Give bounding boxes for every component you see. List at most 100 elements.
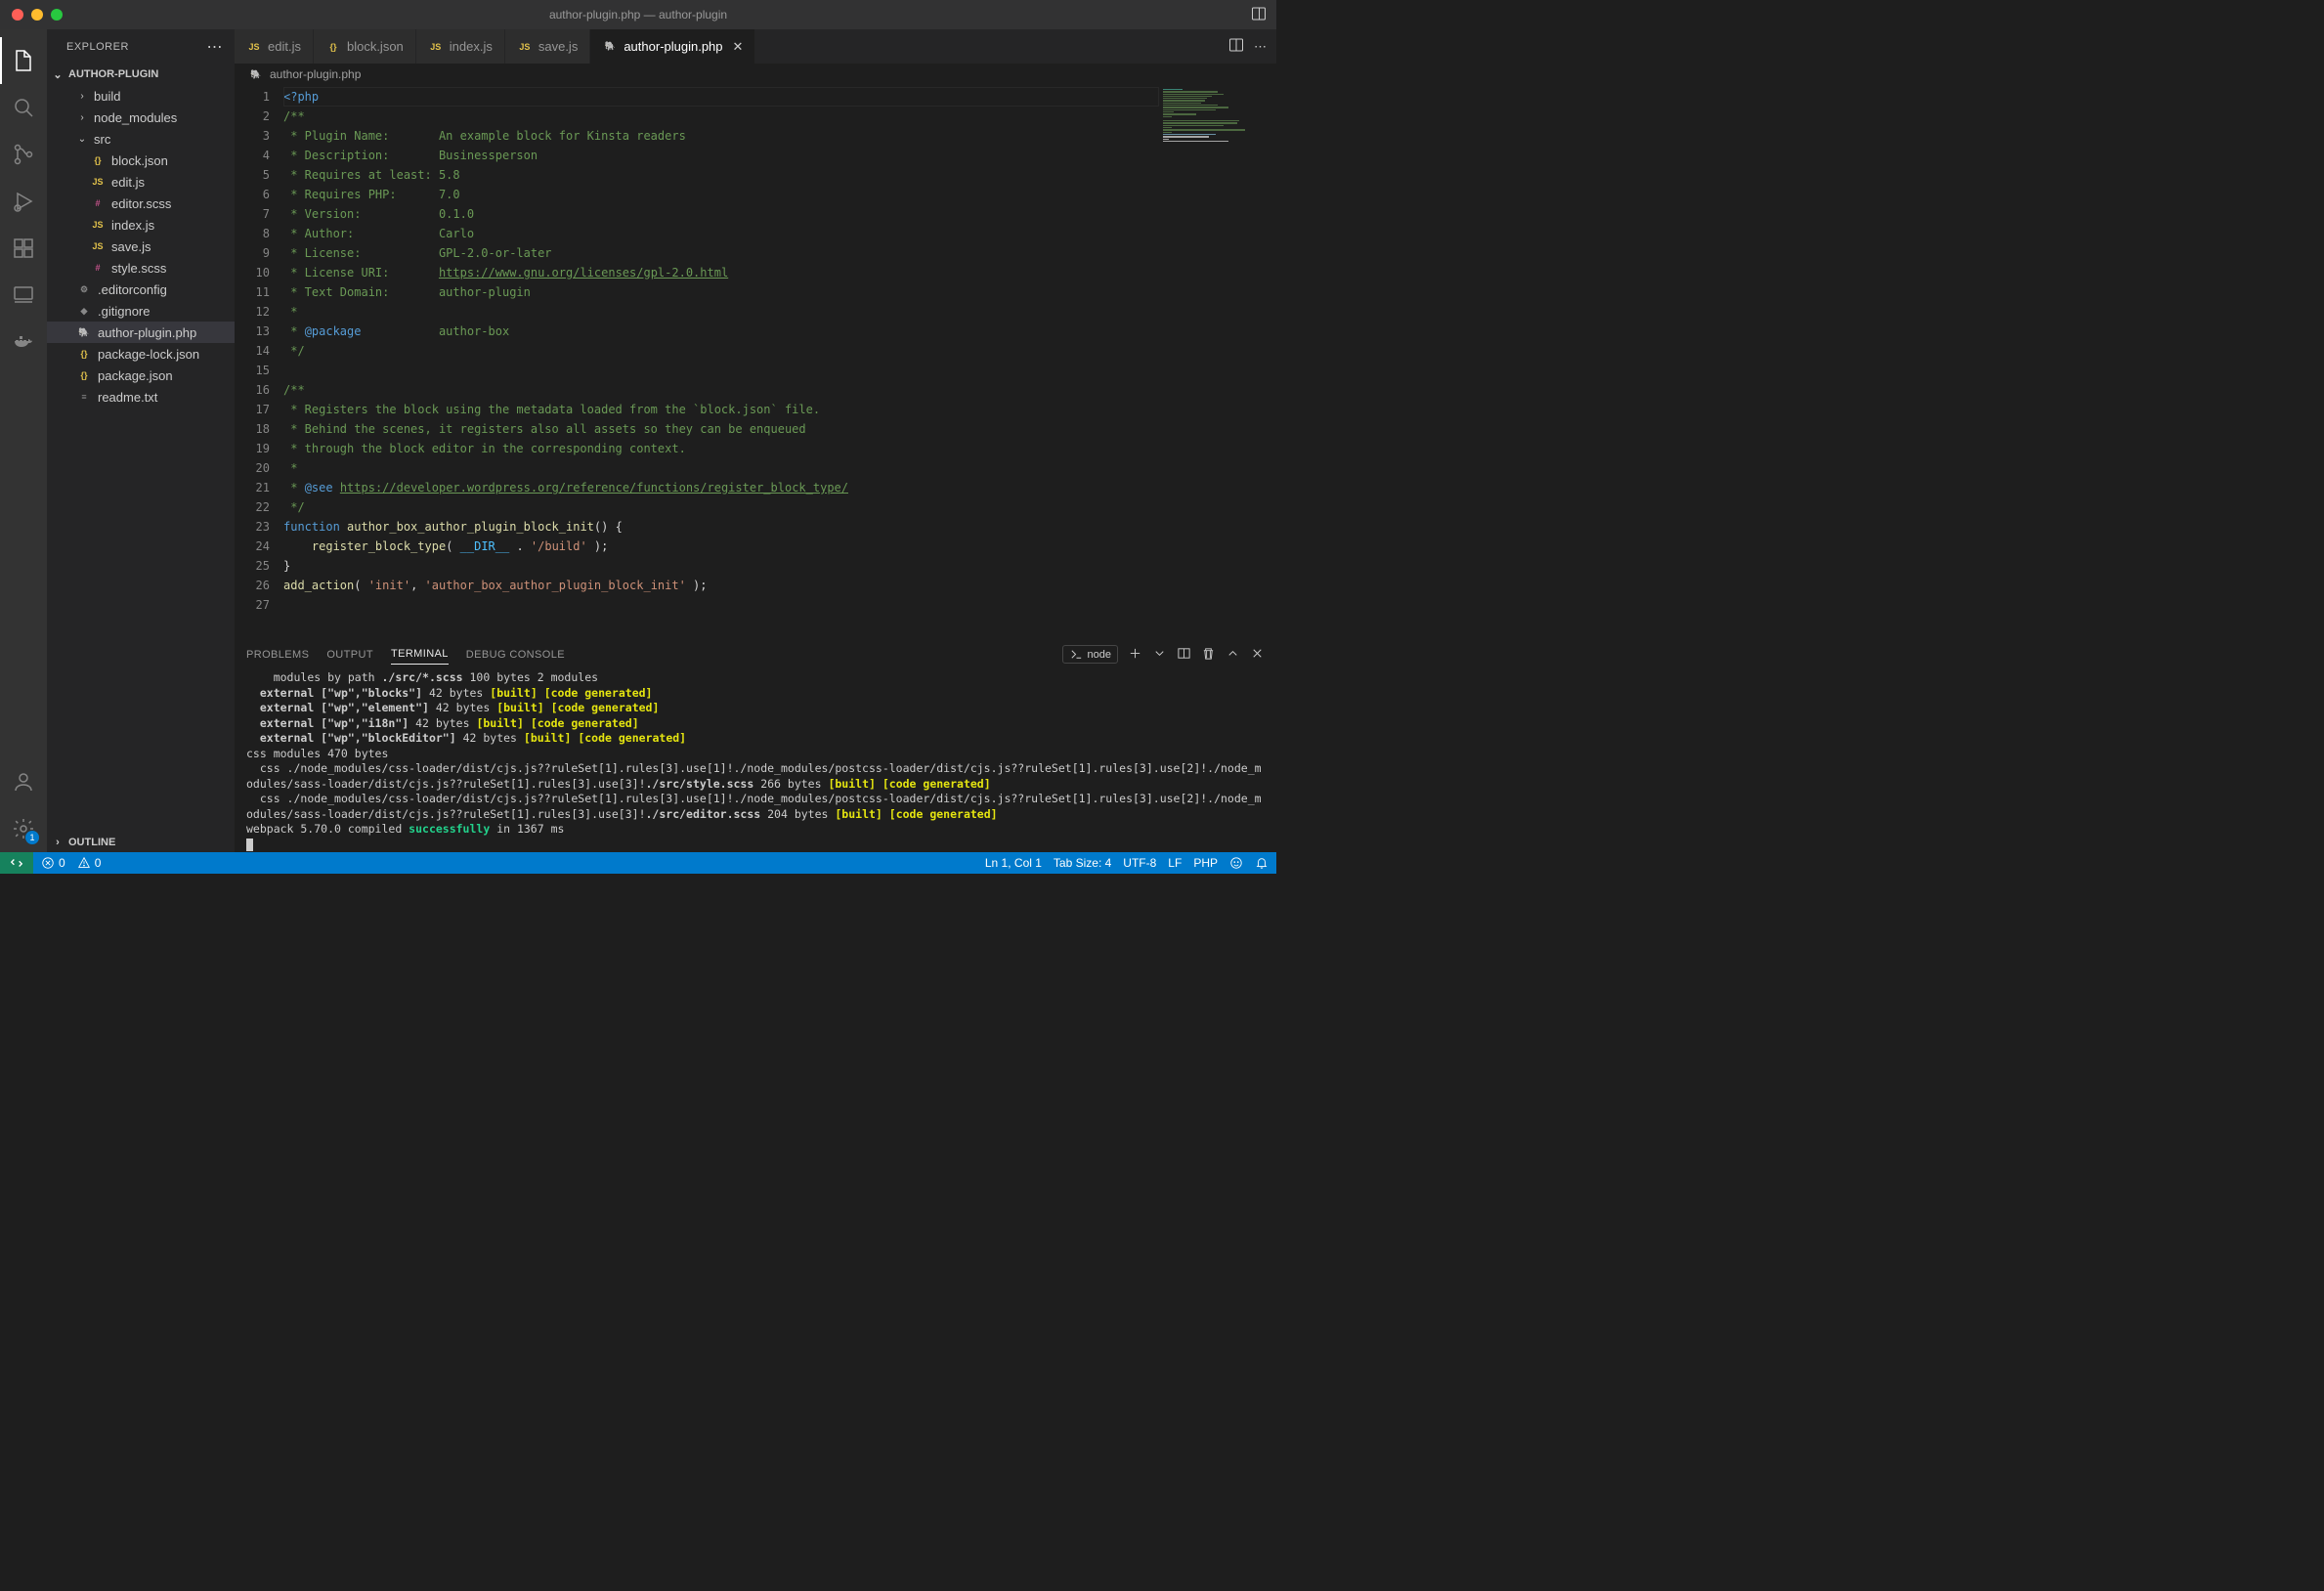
scss-icon: # [90,260,106,276]
js-icon: JS [517,39,533,55]
tree-file-editor-scss[interactable]: # editor.scss [47,193,235,214]
maximize-window-button[interactable] [51,9,63,21]
status-language[interactable]: PHP [1193,856,1218,870]
new-terminal-icon[interactable] [1128,646,1142,664]
json-icon: {} [90,152,106,168]
tree-label: editor.scss [111,196,171,211]
js-icon: JS [90,238,106,254]
terminal-output[interactable]: modules by path ./src/*.scss 100 bytes 2… [235,670,1276,852]
tree-file-gitignore[interactable]: ◆.gitignore [47,300,235,322]
status-warnings-count: 0 [95,856,102,870]
panel-tab-terminal[interactable]: TERMINAL [391,644,449,665]
status-cursor[interactable]: Ln 1, Col 1 [985,856,1042,870]
tree-file-index-js[interactable]: JSindex.js [47,214,235,236]
outline-header[interactable]: › OUTLINE [47,831,235,852]
editor[interactable]: 1234567891011121314151617181920212223242… [235,85,1276,637]
php-icon: 🐘 [248,66,264,82]
tab-edit-js[interactable]: JS edit.js [235,29,314,64]
tree-file-editorconfig[interactable]: ⚙.editorconfig [47,279,235,300]
tab-index-js[interactable]: JSindex.js [416,29,505,64]
tree-label: src [94,132,110,147]
split-terminal-icon[interactable] [1177,646,1191,664]
settings-badge: 1 [25,831,39,844]
titlebar: author-plugin.php — author-plugin [0,0,1276,29]
maximize-panel-icon[interactable] [1226,646,1240,664]
tree-label: .editorconfig [98,282,167,297]
tree-folder-src[interactable]: ⌄ src [47,128,235,150]
tab-label: author-plugin.php [624,39,722,54]
chevron-down-icon: ⌄ [76,134,88,145]
tree-file-package-json[interactable]: {}package.json [47,365,235,386]
tree-folder-build[interactable]: › build [47,85,235,107]
terminal-dropdown-icon[interactable] [1152,646,1167,664]
status-feedback-icon[interactable] [1229,856,1243,870]
json-icon: {} [76,346,92,362]
panel-tab-debug[interactable]: DEBUG CONSOLE [466,645,565,665]
tree-label: author-plugin.php [98,325,196,340]
scss-icon: # [90,195,106,211]
tree-file-author-plugin-php[interactable]: 🐘 author-plugin.php [47,322,235,343]
window-controls [0,9,63,21]
php-icon: 🐘 [76,324,92,340]
php-icon: 🐘 [602,39,618,55]
text-icon: ≡ [76,389,92,405]
status-errors[interactable]: 0 [41,856,65,870]
code-area[interactable]: <?php/** * Plugin Name: An example block… [283,85,1159,637]
tab-save-js[interactable]: JS save.js [505,29,590,64]
more-actions-icon[interactable]: ⋯ [1254,39,1267,55]
window-title: author-plugin.php — author-plugin [0,8,1276,22]
run-debug-view-button[interactable] [0,178,47,225]
status-encoding[interactable]: UTF-8 [1123,856,1156,870]
tree-label: build [94,89,120,104]
explorer-view-button[interactable] [0,37,47,84]
tree-file-edit-js[interactable]: JSedit.js [47,171,235,193]
accounts-button[interactable] [0,758,47,805]
tab-author-plugin-php[interactable]: 🐘 author-plugin.php ✕ [590,29,755,64]
status-errors-count: 0 [59,856,65,870]
chevron-down-icon: ⌄ [51,68,65,81]
remote-indicator[interactable] [0,852,33,874]
remote-explorer-button[interactable] [0,272,47,319]
explorer-more-icon[interactable]: ⋯ [207,37,224,57]
tree-label: package-lock.json [98,347,199,362]
chevron-right-icon: › [76,112,88,123]
tree-label: style.scss [111,261,166,276]
docker-view-button[interactable] [0,319,47,366]
terminal-profile-button[interactable]: node [1062,645,1118,664]
status-bell-icon[interactable] [1255,856,1269,870]
tree-file-package-lock[interactable]: {} package-lock.json [47,343,235,365]
split-editor-icon[interactable] [1228,37,1244,56]
breadcrumb[interactable]: 🐘 author-plugin.php [235,64,1276,85]
tree-label: readme.txt [98,390,157,405]
file-tree: › build ›node_modules ⌄ src {}block.json J… [47,85,235,831]
close-window-button[interactable] [12,9,23,21]
panel-tab-output[interactable]: OUTPUT [326,645,373,665]
minimap[interactable] [1159,85,1276,637]
panel-tab-problems[interactable]: PROBLEMS [246,645,309,665]
search-view-button[interactable] [0,84,47,131]
chevron-right-icon: › [76,91,88,102]
tree-folder-node-modules[interactable]: ›node_modules [47,107,235,128]
tab-block-json[interactable]: {}block.json [314,29,416,64]
close-panel-icon[interactable] [1250,646,1265,664]
tree-label: edit.js [111,175,145,190]
tab-label: save.js [538,39,578,54]
status-eol[interactable]: LF [1168,856,1182,870]
extensions-view-button[interactable] [0,225,47,272]
close-icon[interactable]: ✕ [733,39,744,55]
tree-file-save-js[interactable]: JSsave.js [47,236,235,257]
tree-file-readme[interactable]: ≡ readme.txt [47,386,235,408]
tree-file-block-json[interactable]: {}block.json [47,150,235,171]
panel-tabs: PROBLEMS OUTPUT TERMINAL DEBUG CONSOLE n… [235,638,1276,670]
minimize-window-button[interactable] [31,9,43,21]
source-control-view-button[interactable] [0,131,47,178]
tab-label: edit.js [268,39,301,54]
status-indent[interactable]: Tab Size: 4 [1054,856,1111,870]
layout-panel-icon[interactable] [1251,6,1267,24]
tree-file-style-scss[interactable]: # style.scss [47,257,235,279]
js-icon: JS [246,39,262,55]
status-warnings[interactable]: 0 [77,856,102,870]
kill-terminal-icon[interactable] [1201,646,1216,664]
settings-button[interactable]: 1 [0,805,47,852]
project-header[interactable]: ⌄ AUTHOR-PLUGIN [47,64,235,85]
